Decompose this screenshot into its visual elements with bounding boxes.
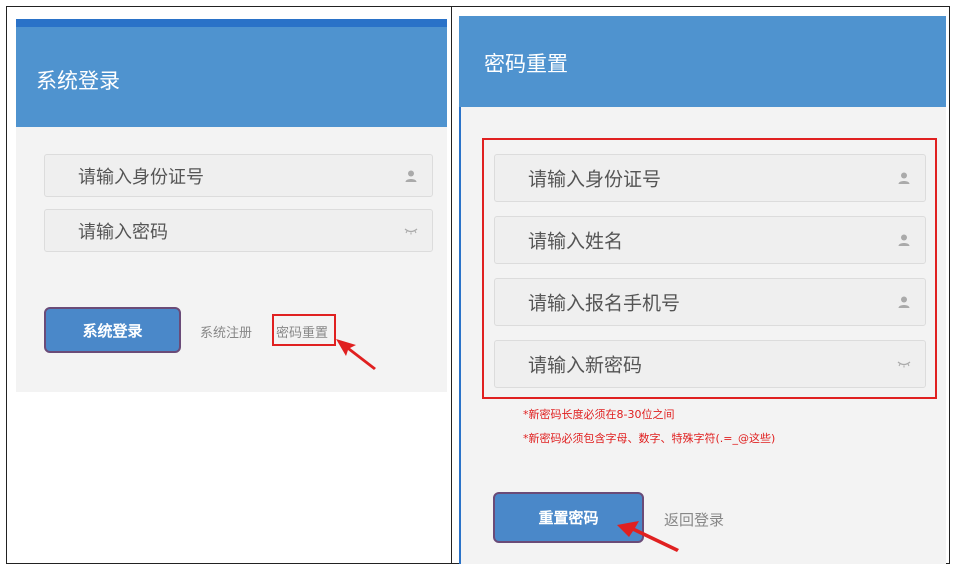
reset-header: 密码重置 [459,16,946,107]
red-arrow-icon [617,521,679,552]
register-link[interactable]: 系统注册 [200,322,252,341]
reset-phone-placeholder: 请输入报名手机号 [528,292,681,315]
login-header: 系统登录 [16,27,447,127]
login-password-field[interactable]: 请输入密码 [44,209,433,252]
user-icon [898,172,910,184]
login-panel: 系统登录 请输入身份证号 请输入密码 系统登录 系统注册 密码重置 [16,19,447,392]
login-password-placeholder: 请输入密码 [78,221,168,243]
reset-new-password-placeholder: 请输入新密码 [528,354,643,377]
reset-name-placeholder: 请输入姓名 [528,230,624,253]
column-divider [451,6,452,564]
user-icon [898,234,910,246]
reset-name-field[interactable]: 请输入姓名 [494,216,926,264]
red-arrow-icon [336,339,376,370]
login-button[interactable]: 系统登录 [44,307,181,353]
reset-phone-field[interactable]: 请输入报名手机号 [494,278,926,326]
reset-id-placeholder: 请输入身份证号 [528,168,662,191]
user-icon [898,296,910,308]
login-top-accent [16,19,447,27]
user-icon [405,170,417,182]
eye-closed-icon [404,228,418,234]
login-id-field[interactable]: 请输入身份证号 [44,154,433,197]
login-id-placeholder: 请输入身份证号 [78,166,204,188]
reset-id-field[interactable]: 请输入身份证号 [494,154,926,202]
reset-link-highlight [272,314,336,346]
eye-closed-icon [897,361,911,368]
reset-title: 密码重置 [484,52,568,76]
reset-new-password-field[interactable]: 请输入新密码 [494,340,926,388]
password-chars-note: *新密码必须包含字母、数字、特殊字符(.=_@这些) [523,432,776,445]
login-title: 系统登录 [36,69,120,93]
password-length-note: *新密码长度必须在8-30位之间 [523,408,675,421]
reset-panel: 密码重置 请输入身份证号 请输入姓名 请输入报名手机号 请输入新密码 *新密码长… [459,16,946,564]
